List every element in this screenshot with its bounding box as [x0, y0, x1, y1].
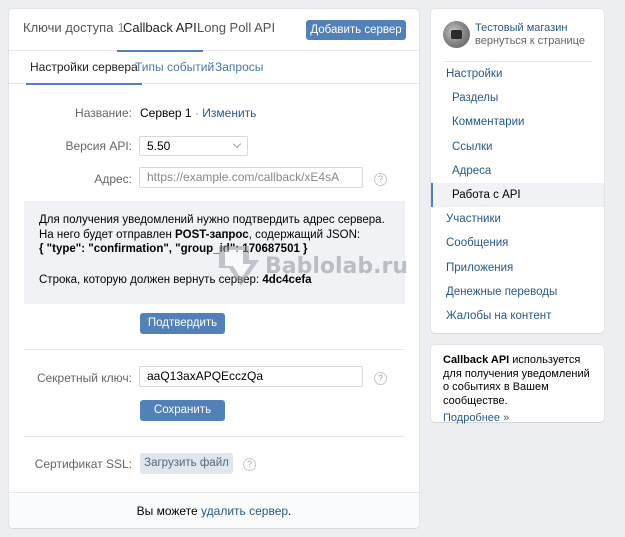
sidebar-item[interactable]: Сообщения: [431, 231, 604, 255]
change-name-link[interactable]: Изменить: [202, 106, 256, 120]
callback-info-box: Callback API используется для получения …: [431, 345, 604, 424]
top-tabs: Ключи доступа 1 Callback API Long Poll AP…: [9, 9, 419, 52]
sidebar-item[interactable]: Адреса: [431, 159, 604, 183]
api-version-value: 5.50: [147, 139, 171, 153]
confirm-button[interactable]: Подтвердить: [140, 313, 225, 334]
help-icon[interactable]: ?: [243, 458, 256, 471]
more-link[interactable]: Подробнее »: [443, 412, 592, 426]
notice-text-part: , содержащий JSON:: [248, 228, 361, 241]
delete-server-footer: Вы можете удалить сервер.: [9, 492, 419, 528]
sidebar-item[interactable]: Комментарии: [431, 110, 604, 134]
avatar[interactable]: [443, 21, 470, 48]
subtab-server-settings[interactable]: Настройки сервера: [26, 51, 142, 85]
tab-long-poll-api[interactable]: Long Poll API: [197, 9, 275, 51]
info-title: Callback API: [443, 354, 510, 366]
server-name: Сервер 1 · Изменить: [140, 106, 256, 120]
tab-label: Ключи доступа: [23, 20, 114, 35]
notice-text: Для получения уведомлений нужно подтверд…: [39, 213, 390, 242]
api-version-select[interactable]: 5.50: [139, 136, 248, 156]
sub-tabs: Настройки сервера Типы событий Запросы: [9, 51, 419, 85]
sidebar-item[interactable]: Работа с API: [431, 183, 604, 207]
upload-file-button[interactable]: Загрузить файл: [140, 453, 233, 474]
secret-key-input[interactable]: aaQ13axAPQEcczQa: [139, 366, 363, 387]
sidebar-item[interactable]: Денежные переводы: [431, 280, 604, 304]
community-header[interactable]: Тестовый магазин вернуться к странице: [443, 21, 603, 51]
footer-text: .: [288, 504, 292, 518]
name-separator: ·: [191, 106, 203, 120]
tab-access-keys[interactable]: Ключи доступа 1: [23, 9, 125, 51]
notice-bold: POST-запрос: [175, 228, 249, 241]
secret-key-label: Секретный ключ:: [36, 371, 132, 385]
help-icon[interactable]: ?: [374, 173, 387, 186]
address-label: Адрес:: [94, 172, 132, 186]
main-panel: Ключи доступа 1 Callback API Long Poll AP…: [9, 9, 419, 528]
confirmation-notice: Для получения уведомлений нужно подтверд…: [24, 201, 405, 304]
sidebar: Тестовый магазин вернуться к странице На…: [431, 9, 604, 333]
notice-return-string: Строка, которую должен вернуть сервер: 4…: [39, 273, 390, 288]
server-name-value: Сервер 1: [140, 106, 192, 120]
chevron-down-icon: [232, 139, 242, 149]
api-version-label: Версия API:: [65, 139, 132, 153]
divider: [24, 349, 405, 350]
help-icon[interactable]: ?: [374, 372, 387, 385]
address-input[interactable]: https://example.com/callback/xE4sA: [139, 167, 363, 188]
footer-text: Вы можете: [136, 504, 202, 518]
subtab-event-types[interactable]: Типы событий: [135, 51, 214, 84]
back-to-page-link[interactable]: вернуться к странице: [475, 35, 585, 47]
confirmation-code: 4dc4cefa: [262, 273, 312, 286]
sidebar-item[interactable]: Приложения: [431, 256, 604, 280]
ssl-label: Сертификат SSL:: [34, 457, 132, 471]
notice-text-part: Строка, которую должен вернуть сервер:: [39, 273, 263, 286]
subtab-requests[interactable]: Запросы: [215, 51, 263, 84]
delete-server-link[interactable]: удалить сервер: [201, 504, 288, 518]
add-server-button[interactable]: Добавить сервер: [306, 20, 406, 40]
save-button[interactable]: Сохранить: [140, 400, 225, 421]
sidebar-item[interactable]: Разделы: [431, 86, 604, 110]
tab-label: Long Poll API: [197, 20, 276, 35]
sidebar-item[interactable]: Ссылки: [431, 135, 604, 159]
tab-callback-api[interactable]: Callback API: [117, 9, 203, 52]
community-name[interactable]: Тестовый магазин: [475, 22, 567, 34]
sidebar-item[interactable]: Участники: [431, 207, 604, 231]
sidebar-item[interactable]: Жалобы на контент: [431, 304, 604, 328]
notice-json: { "type": "confirmation", "group_id": 17…: [39, 243, 308, 255]
tab-label: Callback API: [123, 20, 197, 35]
divider: [24, 436, 405, 437]
sidebar-item[interactable]: Настройки: [431, 62, 604, 86]
name-label: Название:: [75, 106, 132, 120]
